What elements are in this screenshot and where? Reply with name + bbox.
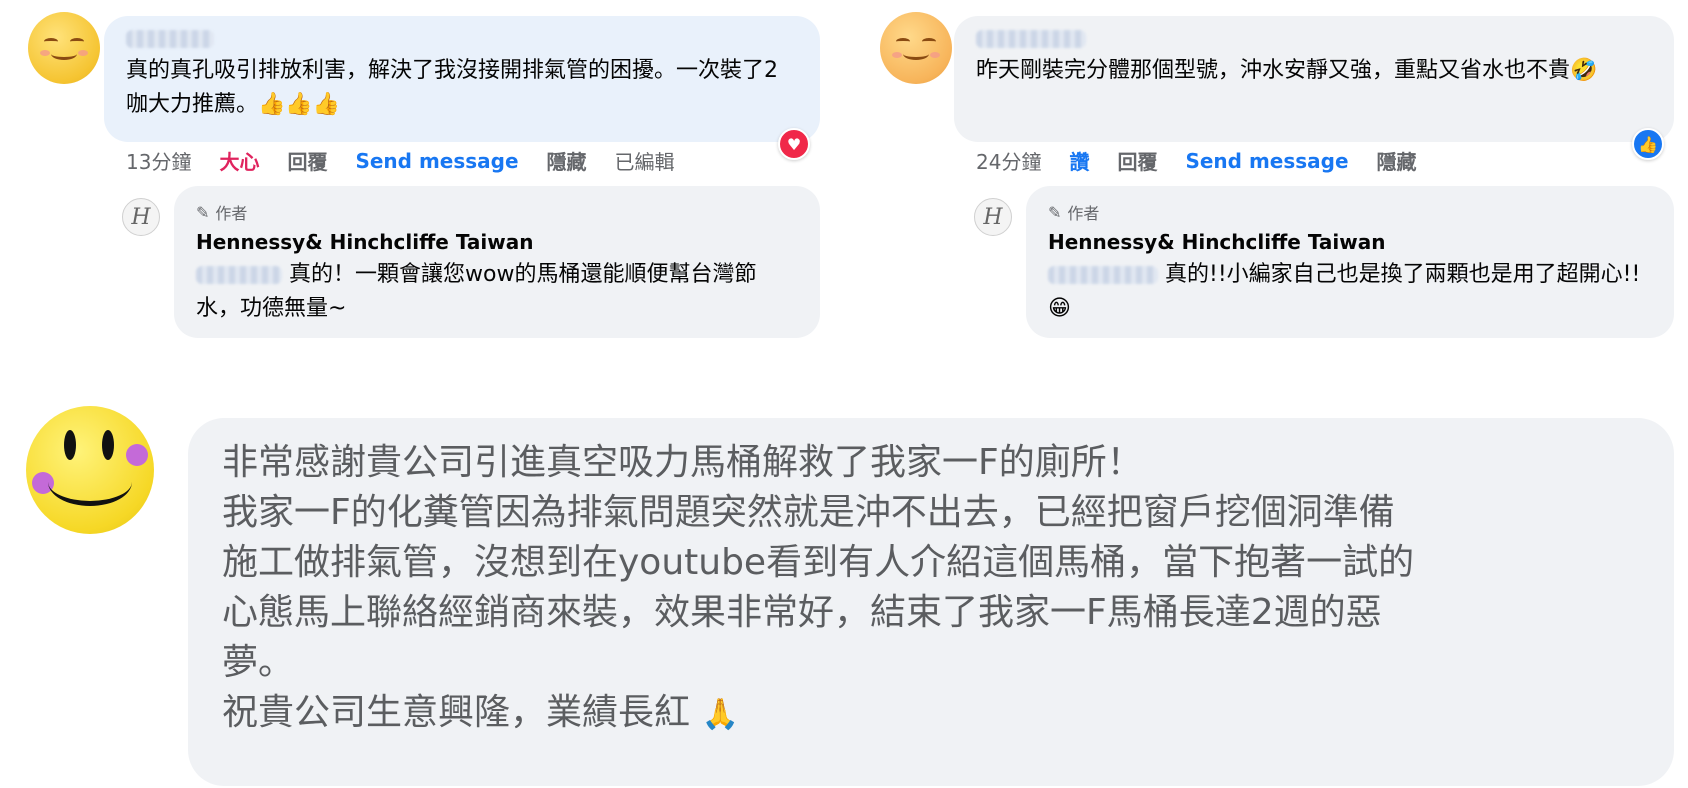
reply-text-row: 真的！一顆會讓您wow的馬桶還能順便幫台灣節水，功德無量~	[196, 258, 798, 326]
long-comment-line: 夢。	[222, 642, 295, 683]
face-blush	[892, 52, 902, 58]
heart-icon[interactable]: ♥	[778, 128, 810, 160]
long-comment-line: 施工做排氣管，沒想到在youtube看到有人介紹這個馬桶，當下抱著一試的	[222, 542, 1415, 583]
mentioned-name-redacted[interactable]	[196, 266, 282, 284]
long-comment-line: 我家一F的化糞管因為排氣問題突然就是沖不出去，已經把窗戶挖個洞準備	[222, 492, 1395, 533]
face-blush	[930, 52, 940, 58]
comment-actions: 13分鐘 大心 回覆 Send message 隱藏 已編輯	[126, 146, 675, 175]
long-comment-line: 祝貴公司生意興隆，業績長紅	[222, 692, 691, 733]
edited-label: 已編輯	[614, 150, 675, 174]
comment-actions: 24分鐘 讚 回覆 Send message 隱藏	[976, 146, 1417, 175]
commenter-avatar[interactable]	[28, 12, 100, 84]
commenter-name-redacted[interactable]	[976, 30, 1086, 48]
page-name[interactable]: Hennessy& Hinchcliffe Taiwan	[1048, 230, 1652, 254]
commenter-name-redacted[interactable]	[126, 30, 214, 48]
mentioned-name-redacted[interactable]	[1048, 266, 1158, 284]
face-eye	[44, 38, 58, 45]
author-label: 作者	[1067, 204, 1100, 223]
author-badge: ✎ 作者	[1048, 200, 1652, 224]
author-badge: ✎ 作者	[196, 200, 798, 224]
face-blush	[78, 50, 88, 56]
hide-button[interactable]: 隱藏	[547, 146, 587, 175]
long-comment-last-line: 祝貴公司生意興隆，業績長紅 🙏	[222, 688, 1640, 740]
reaction-button[interactable]: 讚	[1069, 146, 1089, 175]
comment-text: 昨天剛裝完分體那個型號，沖水安靜又強，重點又省水也不貴🤣	[976, 58, 1598, 83]
commenter-avatar[interactable]	[880, 12, 952, 84]
face-eye	[70, 38, 84, 45]
reaction-button[interactable]: 大心	[219, 146, 259, 175]
page-logo-avatar[interactable]: H	[122, 198, 160, 236]
thumbs-up-icon[interactable]: 👍	[1632, 128, 1664, 160]
comment-bubble: 真的真孔吸引排放利害，解決了我沒接開排氣管的困擾。一次裝了2咖大力推薦。👍👍👍	[104, 16, 820, 142]
pencil-icon: ✎	[1048, 202, 1062, 222]
author-label: 作者	[215, 204, 248, 223]
smiley-eye	[102, 430, 114, 460]
smiley-eye	[64, 430, 76, 460]
praying-hands-icon: 🙏	[701, 697, 739, 732]
send-message-button[interactable]: Send message	[355, 149, 518, 173]
page-name[interactable]: Hennessy& Hinchcliffe Taiwan	[196, 230, 798, 254]
face-eye	[922, 38, 936, 45]
long-comment-line: 心態馬上聯絡經銷商來裝，效果非常好，結束了我家一F馬桶長達2週的惡	[222, 592, 1382, 633]
reply-button[interactable]: 回覆	[1117, 146, 1157, 175]
comment-timestamp[interactable]: 13分鐘	[126, 146, 191, 175]
comment-timestamp[interactable]: 24分鐘	[976, 146, 1041, 175]
face-eye	[896, 38, 910, 45]
page-logo-avatar[interactable]: H	[974, 198, 1012, 236]
long-comment-bubble: 非常感謝貴公司引進真空吸力馬桶解救了我家一F的廁所！ 我家一F的化糞管因為排氣問…	[188, 418, 1674, 786]
send-message-button[interactable]: Send message	[1185, 149, 1348, 173]
reply-button[interactable]: 回覆	[287, 146, 327, 175]
long-comment-line: 非常感謝貴公司引進真空吸力馬桶解救了我家一F的廁所！	[222, 442, 1143, 483]
face-blush	[40, 50, 50, 56]
pencil-icon: ✎	[196, 202, 210, 222]
smiley-avatar[interactable]	[26, 406, 154, 534]
face-mouth	[51, 48, 77, 60]
comment-text: 真的真孔吸引排放利害，解決了我沒接開排氣管的困擾。一次裝了2咖大力推薦。👍👍👍	[126, 58, 778, 117]
reply-bubble: ✎ 作者 Hennessy& Hinchcliffe Taiwan 真的！一顆會…	[174, 186, 820, 338]
face-mouth	[903, 48, 929, 60]
reply-bubble: ✎ 作者 Hennessy& Hinchcliffe Taiwan 真的!!小編…	[1026, 186, 1674, 338]
comment-bubble: 昨天剛裝完分體那個型號，沖水安靜又強，重點又省水也不貴🤣	[954, 16, 1674, 142]
hide-button[interactable]: 隱藏	[1377, 146, 1417, 175]
reply-text-row: 真的!!小編家自己也是換了兩顆也是用了超開心!!😁	[1048, 258, 1652, 326]
smiley-mouth	[48, 458, 132, 506]
